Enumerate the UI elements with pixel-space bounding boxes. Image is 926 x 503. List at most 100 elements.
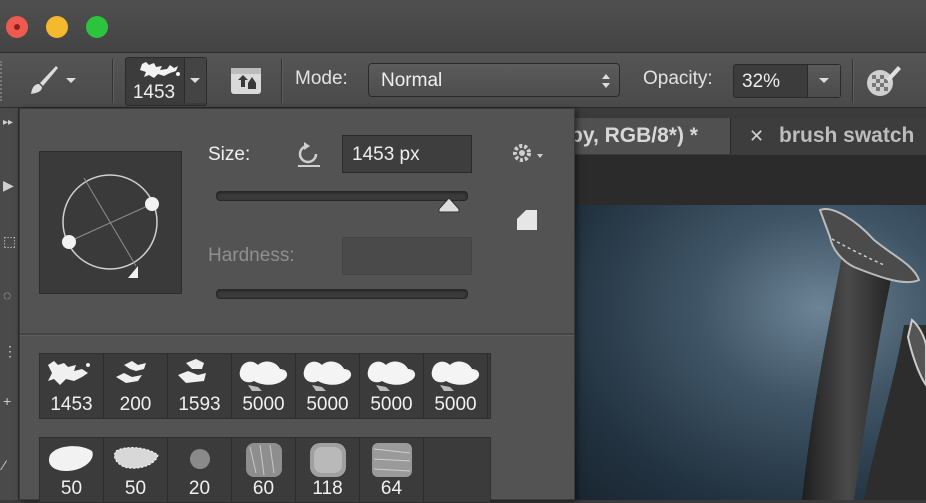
brush-preset-size: 64 <box>380 478 403 499</box>
close-tab-icon[interactable]: ✕ <box>749 126 764 147</box>
brush-preset-size: 5000 <box>242 394 285 415</box>
brush-thumbnail-icon <box>431 361 480 391</box>
gear-icon <box>513 144 543 162</box>
brush-preset-size: 5000 <box>434 394 477 415</box>
brush-preset-cell[interactable]: 60 <box>232 438 296 502</box>
mode-select[interactable]: Normal <box>368 63 620 97</box>
brush-preset-cell[interactable]: 5000 <box>424 354 488 418</box>
brush-preset-size: 1453 <box>50 394 93 415</box>
size-slider[interactable] <box>216 191 468 201</box>
brush-thumbnail-icon <box>239 361 288 391</box>
collapse-icon[interactable]: ▸▸ <box>3 116 15 130</box>
hardness-label: Hardness: <box>208 245 295 266</box>
brush-preset-cell[interactable]: 5000 <box>296 354 360 418</box>
move-tool-icon[interactable]: ▶ <box>3 178 15 192</box>
hardness-slider[interactable] <box>216 289 468 299</box>
brush-preset-dropdown[interactable] <box>184 58 206 103</box>
brush-thumbnail-icon <box>246 443 282 477</box>
brush-preset-size: 5000 <box>306 394 349 415</box>
brush-thumbnail-icon <box>372 443 412 477</box>
brush-preset-panel: Size: 1453 px Hardness: 1453 200 1593 5000 5… <box>19 108 575 503</box>
brush-thumbnail-icon <box>116 361 146 383</box>
airbrush-icon <box>867 66 901 96</box>
brush-preset-icon <box>140 62 180 78</box>
brush-tool-button[interactable] <box>26 63 76 97</box>
lasso-tool-icon[interactable]: ◌ <box>3 288 15 302</box>
size-label: Size: <box>208 144 251 165</box>
marquee-tool-icon[interactable]: ⬚ <box>3 234 16 248</box>
eyedropper-tool-icon[interactable]: ⁄ <box>3 458 15 472</box>
brush-preset-cell[interactable]: 1453 <box>40 354 104 418</box>
new-preset-icon <box>517 210 537 230</box>
tab-document-1[interactable]: py, RGB/8*) * <box>570 118 731 154</box>
brush-tool-caret-icon <box>66 78 76 83</box>
reset-icon <box>298 142 320 167</box>
opacity-label: Opacity: <box>643 68 713 89</box>
pressure-size-icon <box>231 68 261 94</box>
brush-preset-cell[interactable]: 200 <box>104 354 168 418</box>
brush-preset-size: 118 <box>312 478 343 499</box>
opacity-value: 32% <box>742 71 781 92</box>
brush-presets-row: 50 50 20 60 118 64 <box>39 437 491 503</box>
brush-angle-preview[interactable] <box>39 151 182 294</box>
brush-preset-size: 200 <box>119 394 152 415</box>
size-input[interactable]: 1453 px <box>342 135 472 173</box>
brush-preset-cell[interactable]: 1593 <box>168 354 232 418</box>
brush-preset-size: 50 <box>124 478 147 499</box>
size-value: 1453 px <box>352 144 420 165</box>
document-tabs: py, RGB/8*) * ✕ brush swatch <box>570 118 926 154</box>
brush-preset-cell[interactable]: 118 <box>296 438 360 502</box>
brush-preset-size: 60 <box>252 478 275 499</box>
brush-preset-cell[interactable]: 5000 <box>360 354 424 418</box>
window-titlebar <box>0 0 926 53</box>
up-down-arrows-icon <box>602 74 610 88</box>
canvas-image[interactable] <box>574 205 926 500</box>
close-window-button[interactable] <box>6 16 28 38</box>
crop-tool-icon[interactable]: + <box>3 394 15 408</box>
mode-value: Normal <box>381 70 443 91</box>
tab-label: py, RGB/8*) * <box>570 124 698 147</box>
brush-thumbnail-icon <box>48 446 93 471</box>
options-bar-grip[interactable] <box>0 61 6 101</box>
brush-preset-picker[interactable]: 1453 <box>125 57 207 106</box>
mode-label: Mode: <box>295 68 348 89</box>
new-preset-button[interactable] <box>516 209 538 231</box>
brush-preset-size: 50 <box>60 478 83 499</box>
panel-menu-button[interactable] <box>510 141 546 165</box>
panel-divider <box>20 333 574 336</box>
brush-icon <box>31 66 58 94</box>
brush-tip-icon <box>62 174 159 278</box>
brush-preset-cell[interactable]: 50 <box>40 438 104 502</box>
brush-thumbnail-icon <box>310 443 346 477</box>
brush-thumbnail-icon <box>190 449 210 469</box>
brush-thumbnail-icon <box>303 361 352 391</box>
brush-presets-row: 1453 200 1593 5000 5000 5000 5000 <box>39 353 491 419</box>
brush-thumbnail-icon <box>113 447 159 469</box>
options-bar: 1453 Mode: Normal Opacity: 32% <box>0 53 926 108</box>
minimize-window-button[interactable] <box>46 16 68 38</box>
hardness-input[interactable] <box>342 237 472 275</box>
brush-preset-size: 5000 <box>370 394 413 415</box>
airbrush-button[interactable] <box>864 63 904 99</box>
brush-preset-cell[interactable]: 5000 <box>232 354 296 418</box>
tools-panel: ▸▸ ▶ ⬚ ◌ ⋮ + ⁄ <box>0 108 19 500</box>
opacity-field[interactable]: 32% <box>733 64 841 98</box>
photo-figure <box>802 208 926 500</box>
opacity-dropdown[interactable] <box>807 65 840 97</box>
chevron-down-icon <box>819 78 829 83</box>
brush-preset-cell[interactable]: 20 <box>168 438 232 502</box>
brush-thumbnail-icon <box>367 361 416 391</box>
size-slider-thumb[interactable] <box>438 197 460 213</box>
brush-preset-cell[interactable]: 50 <box>104 438 168 502</box>
pressure-size-button[interactable] <box>228 63 264 97</box>
brush-preset-cell[interactable]: 64 <box>360 438 424 502</box>
tab-brush-swatch[interactable]: ✕ brush swatch <box>731 118 926 154</box>
brush-preset-size: 1593 <box>178 394 221 415</box>
chevron-down-icon <box>190 78 200 83</box>
quick-select-tool-icon[interactable]: ⋮ <box>3 344 17 358</box>
reset-size-button[interactable] <box>294 139 324 169</box>
brush-preset-size: 20 <box>188 478 211 499</box>
brush-thumbnail-icon <box>48 361 90 385</box>
zoom-window-button[interactable] <box>86 16 108 38</box>
tab-label: brush swatch <box>779 124 915 147</box>
